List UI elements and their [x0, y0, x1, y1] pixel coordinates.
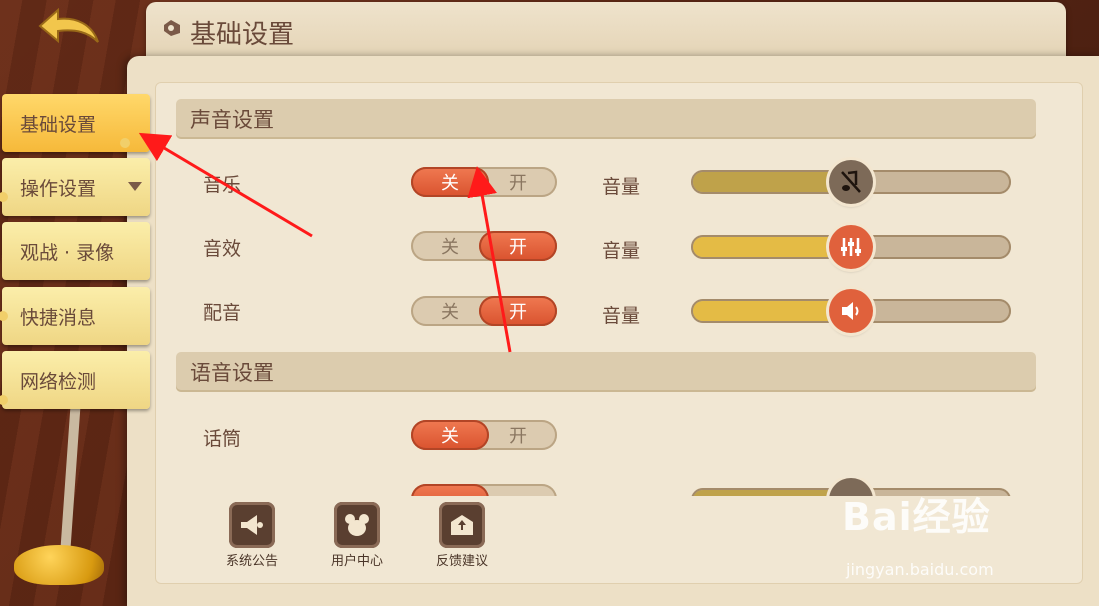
section-title: 声音设置: [190, 108, 274, 132]
toggle-off-option[interactable]: 关: [411, 231, 489, 261]
equalizer-icon: [841, 238, 861, 256]
sidebar-item-label: 网络检测: [20, 370, 97, 393]
sidebar-item-label: 基础设置: [20, 113, 97, 136]
voiceover-volume-slider[interactable]: [691, 289, 1011, 333]
toggle-on-option[interactable]: 开: [479, 420, 557, 450]
sfx-volume-slider[interactable]: [691, 225, 1011, 269]
sidebar-item-basic-settings[interactable]: 基础设置: [2, 94, 150, 152]
music-toggle[interactable]: 关 开: [411, 167, 557, 197]
slider-fill: [693, 490, 843, 496]
slider-handle[interactable]: [829, 289, 873, 333]
user-center-button[interactable]: 用户中心: [327, 502, 387, 569]
decor-dot: [0, 192, 8, 202]
sfx-volume-label: 音量: [602, 240, 641, 262]
partial-toggle[interactable]: [411, 484, 557, 496]
watermark-url: jingyan.baidu.com: [846, 560, 994, 579]
music-volume-label: 音量: [602, 176, 641, 198]
toggle-on-option[interactable]: 开: [479, 167, 557, 197]
sfx-toggle[interactable]: 关 开: [411, 231, 557, 261]
page-title: 基础设置: [190, 20, 295, 50]
microphone-toggle[interactable]: 关 开: [411, 420, 557, 450]
sfx-label: 音效: [203, 238, 242, 260]
voiceover-toggle[interactable]: 关 开: [411, 296, 557, 326]
voiceover-volume-label: 音量: [602, 305, 641, 327]
slider-handle[interactable]: [829, 225, 873, 269]
toggle-off-option[interactable]: 关: [411, 420, 489, 450]
button-label: 用户中心: [330, 554, 383, 569]
sound-settings-header: 声音设置: [176, 99, 1036, 139]
back-arrow-icon: [38, 7, 99, 44]
sidebar-item-label: 快捷消息: [20, 306, 97, 329]
gong-decoration: [14, 545, 104, 585]
decor-dot: [120, 138, 130, 148]
speaker-icon: [842, 302, 859, 320]
sidebar-item-quick-messages[interactable]: 快捷消息: [0, 287, 150, 345]
toggle-off-option[interactable]: 关: [411, 167, 489, 197]
decor-dot: [0, 311, 8, 321]
button-label: 系统公告: [225, 554, 278, 569]
microphone-label: 话筒: [203, 428, 242, 450]
slider-fill: [693, 301, 843, 321]
sidebar-item-label: 操作设置: [20, 177, 97, 200]
mail-upload-icon: [439, 502, 485, 548]
music-muted-icon: [841, 170, 861, 193]
sidebar-item-label: 观战 · 录像: [20, 241, 115, 264]
sidebar-item-spectate-replay[interactable]: 观战 · 录像: [2, 222, 150, 280]
chevron-down-icon: [128, 182, 142, 191]
section-title: 语音设置: [190, 361, 274, 385]
toggle-on-option[interactable]: 开: [479, 231, 557, 261]
voiceover-label: 配音: [203, 302, 242, 324]
watermark: Bai经验 jingyan.baidu.com: [842, 486, 994, 579]
voice-settings-header: 语音设置: [176, 352, 1036, 392]
sidebar-item-network-check[interactable]: 网络检测: [0, 351, 150, 409]
decor-dot: [0, 395, 8, 405]
toggle-off-option[interactable]: 关: [411, 296, 489, 326]
mouse-head-icon: [334, 502, 380, 548]
music-volume-slider[interactable]: [691, 160, 1011, 204]
back-button[interactable]: [36, 7, 102, 48]
music-label: 音乐: [203, 174, 242, 196]
slider-fill: [693, 237, 843, 257]
system-announcement-button[interactable]: 系统公告: [222, 502, 282, 569]
slider-handle[interactable]: [829, 160, 873, 204]
slider-fill: [693, 172, 843, 192]
megaphone-icon: [229, 502, 275, 548]
toggle-off-option[interactable]: [411, 484, 489, 496]
toggle-on-option[interactable]: 开: [479, 296, 557, 326]
watermark-brand: Bai经验: [842, 495, 991, 539]
sidebar-item-controls-settings[interactable]: 操作设置: [0, 158, 150, 216]
title-bar: 基础设置: [146, 2, 1066, 58]
feedback-button[interactable]: 反馈建议: [432, 502, 492, 569]
button-label: 反馈建议: [435, 554, 488, 569]
settings-tag-icon: [164, 20, 180, 36]
